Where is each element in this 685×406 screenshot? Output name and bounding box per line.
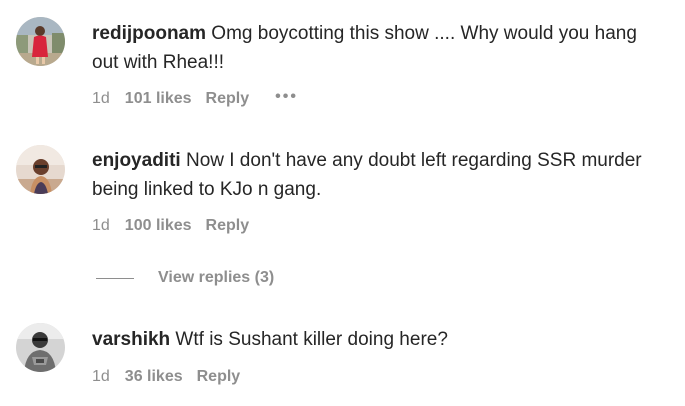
comment-body: enjoyaditi Now I don't have any doubt le… [92,146,662,204]
view-replies-button[interactable]: View replies (3) [96,267,274,289]
avatar[interactable] [16,145,65,194]
comment-time[interactable]: 1d [92,367,110,387]
comment-username[interactable]: varshikh [92,329,170,350]
comment-time[interactable]: 1d [92,89,110,109]
comment-time[interactable]: 1d [92,216,110,236]
replies-divider [96,277,134,279]
comment-text: Wtf is Sushant killer doing here? [170,329,448,350]
reply-button[interactable]: Reply [197,367,241,387]
comment-username[interactable]: enjoyaditi [92,150,181,171]
avatar-photo-icon [16,17,65,66]
comment-meta: 1d 36 likes Reply [92,367,240,387]
comment-meta: 1d 100 likes Reply [92,216,249,236]
comment-likes[interactable]: 36 likes [125,367,183,387]
view-replies-label: View replies (3) [158,269,275,286]
avatar-photo-icon [16,145,65,194]
avatar[interactable] [16,17,65,66]
avatar-photo-icon [16,323,65,372]
comment-body: varshikh Wtf is Sushant killer doing her… [92,325,662,354]
comment-username[interactable]: redijpoonam [92,23,206,44]
comment-body: redijpoonam Omg boycotting this show ...… [92,19,662,77]
reply-button[interactable]: Reply [206,216,250,236]
avatar[interactable] [16,323,65,372]
comment-likes[interactable]: 100 likes [125,216,192,236]
comment-likes[interactable]: 101 likes [125,89,192,109]
comment-meta: 1d 101 likes Reply ••• [92,87,298,109]
more-options-icon[interactable]: ••• [275,87,298,107]
reply-button[interactable]: Reply [206,89,250,109]
